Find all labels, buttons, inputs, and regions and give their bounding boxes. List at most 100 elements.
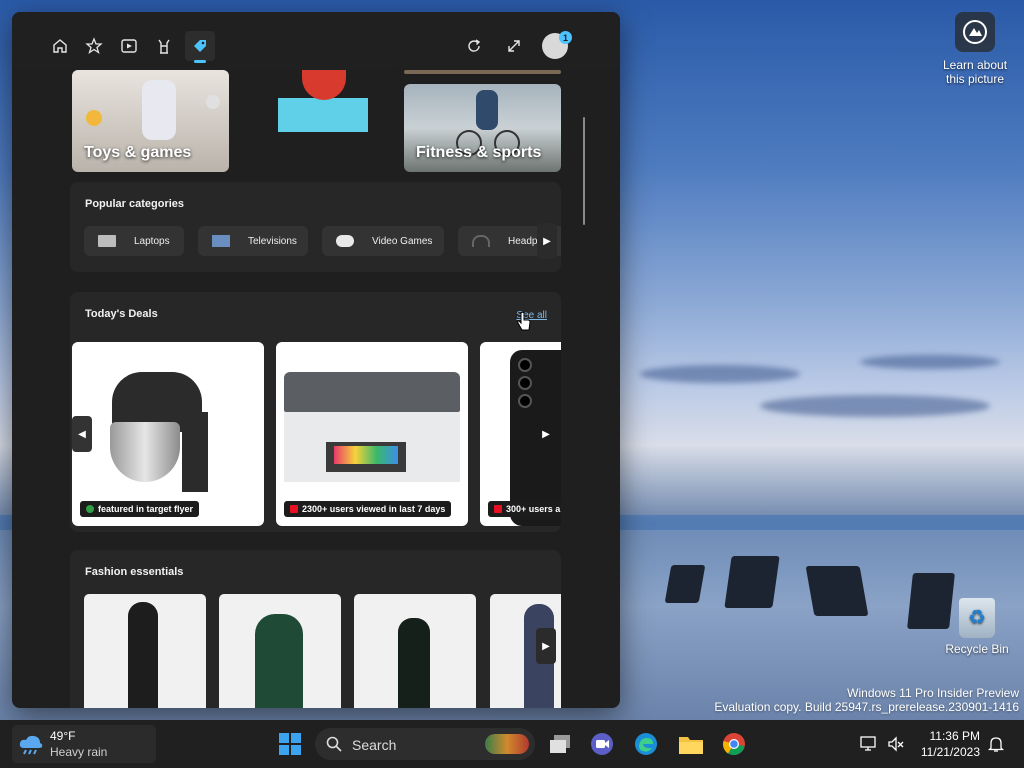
wallpaper-post	[664, 565, 706, 603]
weather-widget[interactable]: 49°F Heavy rain	[12, 725, 156, 763]
taskbar: 49°F Heavy rain Search 11:36 PM 11/21/20…	[0, 720, 1024, 768]
toy-ball	[86, 110, 102, 126]
watermark-line-1: Windows 11 Pro Insider Preview	[847, 686, 1019, 700]
deal-badge-text: 2300+ users viewed in last 7 days	[302, 504, 446, 514]
fitness-sports-tile[interactable]: Fitness & sports	[404, 84, 561, 172]
deal-badge: featured in target flyer	[80, 501, 200, 517]
cursor-hand-icon	[516, 311, 532, 337]
deal-card-stand-mixer[interactable]: featured in target flyer	[72, 342, 264, 526]
folder-icon	[679, 737, 703, 754]
shopping-tab[interactable]	[185, 31, 215, 63]
home-icon	[53, 39, 67, 53]
chevron-right-icon: ▶	[543, 235, 551, 247]
taskbar-search-box[interactable]: Search	[315, 728, 535, 760]
windows-logo-icon	[279, 733, 301, 755]
search-highlight-icon	[485, 734, 529, 754]
category-chip-video-games[interactable]: Video Games	[322, 226, 444, 256]
chevron-right-icon: ▶	[542, 428, 550, 440]
recycle-bin-label: Recycle Bin	[945, 642, 1009, 656]
wallpaper-post	[724, 556, 780, 608]
cyclist-figure	[476, 90, 498, 130]
deals-prev-button[interactable]: ◀	[72, 416, 92, 452]
volume-button[interactable]	[887, 736, 905, 757]
category-chip-televisions[interactable]: Televisions	[198, 226, 308, 256]
fashion-essentials-title: Fashion essentials	[85, 566, 184, 578]
video-tab[interactable]	[117, 34, 141, 58]
network-status-button[interactable]	[860, 736, 878, 757]
gift-ornament	[302, 70, 346, 100]
dress-figure	[128, 602, 158, 708]
fashion-item[interactable]	[219, 594, 341, 708]
expand-button[interactable]	[502, 34, 526, 58]
system-clock[interactable]: 11:36 PM 11/21/2023	[921, 728, 980, 760]
windows-watermark: Windows 11 Pro Insider Preview Evaluatio…	[714, 686, 1019, 714]
expand-icon	[508, 40, 520, 52]
fitness-sports-label: Fitness & sports	[416, 144, 542, 161]
todays-deals-card: Today's Deals See all featured in target…	[70, 292, 561, 532]
edge-button[interactable]	[634, 732, 658, 756]
chevron-right-icon: ▶	[542, 640, 550, 652]
clock-time: 11:36 PM	[929, 729, 980, 743]
bell-icon	[987, 737, 1005, 752]
refresh-button[interactable]	[462, 34, 486, 58]
wallpaper-cloud	[640, 365, 800, 383]
favorites-icon	[85, 37, 103, 55]
toy-figure	[142, 80, 176, 140]
chrome-browser-icon	[722, 733, 745, 756]
chip-label: Televisions	[248, 235, 297, 247]
video-icon	[121, 39, 137, 53]
fashion-item[interactable]	[354, 594, 476, 708]
cart-icon	[494, 505, 502, 513]
laptop-icon	[98, 235, 116, 247]
deal-badge: 300+ users a	[488, 501, 561, 517]
headphones-icon	[472, 235, 490, 247]
chevron-left-icon: ◀	[78, 428, 86, 440]
gifts-tile[interactable]	[244, 70, 401, 172]
home-tab[interactable]	[48, 34, 72, 58]
toys-games-tile[interactable]: Toys & games	[72, 70, 229, 172]
notification-badge: 1	[559, 31, 572, 44]
television-icon	[212, 235, 230, 247]
refresh-icon	[468, 39, 481, 52]
deal-badge-text: 300+ users a	[506, 504, 561, 514]
teams-button[interactable]	[590, 732, 614, 756]
learn-about-picture-shortcut[interactable]: Learn about this picture	[938, 12, 1012, 86]
popular-categories-title: Popular categories	[85, 198, 185, 210]
recycle-bin-shortcut[interactable]: ♻ Recycle Bin	[940, 598, 1014, 656]
featured-icon	[86, 505, 94, 513]
notifications-button[interactable]	[987, 735, 1005, 758]
tile-edge	[404, 70, 561, 74]
deals-next-button[interactable]: ▶	[536, 416, 556, 452]
printer-lid	[284, 372, 460, 412]
cart-icon	[290, 505, 298, 513]
deal-badge: 2300+ users viewed in last 7 days	[284, 501, 452, 517]
volume-muted-icon	[888, 736, 904, 752]
task-view-button[interactable]	[548, 732, 572, 756]
mixer-bowl	[110, 422, 180, 482]
fashion-essentials-card: Fashion essentials ▶	[70, 550, 561, 708]
categories-next-button[interactable]: ▶	[537, 223, 557, 259]
shopping-icon	[194, 40, 206, 52]
phone-camera	[518, 358, 532, 372]
fashion-next-button[interactable]: ▶	[536, 628, 556, 664]
dress-figure	[255, 614, 303, 708]
favorites-tab[interactable]	[82, 34, 106, 58]
deal-card-printer[interactable]: 2300+ users viewed in last 7 days	[276, 342, 468, 526]
learn-about-label-2: this picture	[945, 72, 1005, 86]
panel-scrollbar[interactable]	[583, 117, 585, 225]
weather-temperature: 49°F	[50, 729, 76, 743]
rain-cloud-icon	[19, 735, 43, 755]
popular-categories-card: Popular categories Laptops Televisions V…	[70, 182, 561, 272]
toys-games-label: Toys & games	[84, 144, 192, 161]
wallpaper-cloud	[860, 355, 1000, 369]
file-explorer-button[interactable]	[678, 732, 703, 756]
games-tab[interactable]	[152, 34, 176, 58]
chip-label: Video Games	[372, 235, 433, 247]
category-chip-laptops[interactable]: Laptops	[84, 226, 184, 256]
chip-label: Laptops	[134, 235, 170, 247]
start-button[interactable]	[278, 732, 302, 756]
fashion-item[interactable]	[84, 594, 206, 708]
learn-about-label-1: Learn about	[942, 58, 1008, 72]
chrome-button[interactable]	[722, 732, 746, 756]
search-icon	[326, 736, 342, 752]
